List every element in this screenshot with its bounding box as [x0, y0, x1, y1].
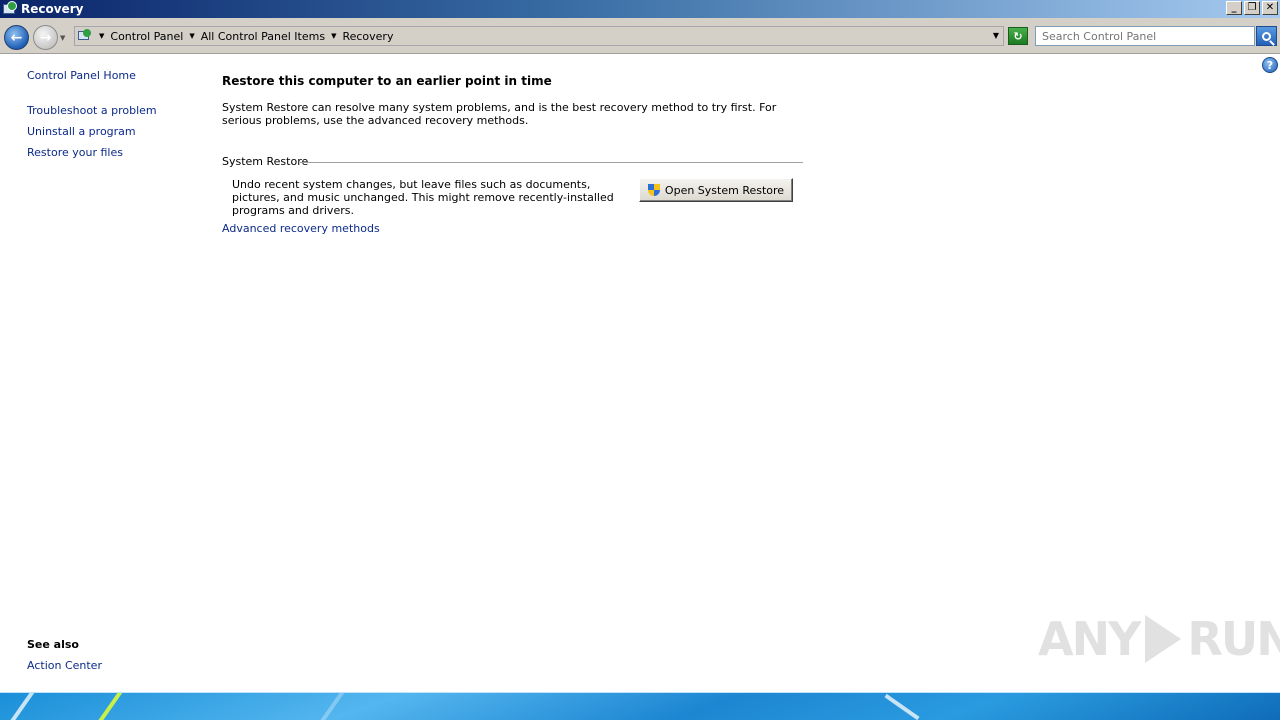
taskbar — [0, 692, 1280, 720]
chevron-down-icon[interactable]: ▼ — [189, 32, 194, 40]
window-title: Recovery — [21, 2, 84, 16]
section-divider — [300, 162, 803, 163]
minimize-button[interactable]: _ — [1226, 1, 1242, 15]
taskbar-decoration — [884, 693, 920, 720]
see-also-heading: See also — [27, 638, 79, 651]
taskbar-decoration — [8, 693, 36, 720]
page-title: Restore this computer to an earlier poin… — [222, 74, 552, 88]
navigation-bar: ← → ▼ ▼ Control Panel ▼ All Control Pane… — [0, 18, 1280, 54]
chevron-down-icon[interactable]: ▼ — [331, 32, 336, 40]
taskbar-decoration — [318, 693, 346, 720]
help-icon[interactable]: ? — [1262, 57, 1278, 73]
search-input[interactable] — [1035, 26, 1255, 46]
back-arrow-icon[interactable]: ← — [4, 25, 29, 50]
forward-arrow-icon[interactable]: → — [33, 25, 58, 50]
link-action-center[interactable]: Action Center — [27, 659, 102, 672]
open-system-restore-label: Open System Restore — [664, 183, 785, 197]
watermark-right: RUN — [1187, 612, 1280, 666]
section-description: Undo recent system changes, but leave fi… — [232, 178, 614, 217]
title-bar: Recovery _ ❐ ✕ — [0, 0, 1280, 18]
address-dropdown-icon[interactable]: ▼ — [993, 31, 999, 40]
watermark-left: ANY — [1038, 612, 1141, 666]
play-icon — [1145, 615, 1182, 663]
taskbar-decoration — [96, 693, 124, 720]
link-restore-files[interactable]: Restore your files — [27, 146, 123, 159]
refresh-icon[interactable]: ↻ — [1008, 27, 1028, 45]
address-bar[interactable]: ▼ Control Panel ▼ All Control Panel Item… — [74, 26, 1004, 46]
section-title-system-restore: System Restore — [222, 155, 312, 168]
open-system-restore-button[interactable]: Open System Restore — [639, 178, 793, 202]
link-uninstall-program[interactable]: Uninstall a program — [27, 125, 136, 138]
control-panel-icon — [2, 1, 18, 17]
anyrun-watermark: ANY RUN — [1038, 612, 1280, 666]
chevron-down-icon[interactable]: ▼ — [99, 32, 104, 40]
breadcrumb-control-panel[interactable]: Control Panel — [110, 30, 183, 43]
breadcrumb-recovery[interactable]: Recovery — [342, 30, 393, 43]
link-troubleshoot[interactable]: Troubleshoot a problem — [27, 104, 157, 117]
window-controls: _ ❐ ✕ — [1226, 1, 1278, 15]
search-icon[interactable] — [1256, 26, 1277, 46]
page-description: System Restore can resolve many system p… — [222, 101, 777, 127]
link-advanced-recovery[interactable]: Advanced recovery methods — [222, 222, 380, 235]
recent-pages-dropdown[interactable]: ▼ — [60, 34, 65, 42]
control-panel-icon — [77, 29, 93, 43]
uac-shield-icon — [647, 183, 660, 197]
breadcrumb-all-items[interactable]: All Control Panel Items — [201, 30, 325, 43]
close-button[interactable]: ✕ — [1262, 1, 1278, 15]
link-control-panel-home[interactable]: Control Panel Home — [27, 69, 136, 82]
restore-button[interactable]: ❐ — [1244, 1, 1260, 15]
